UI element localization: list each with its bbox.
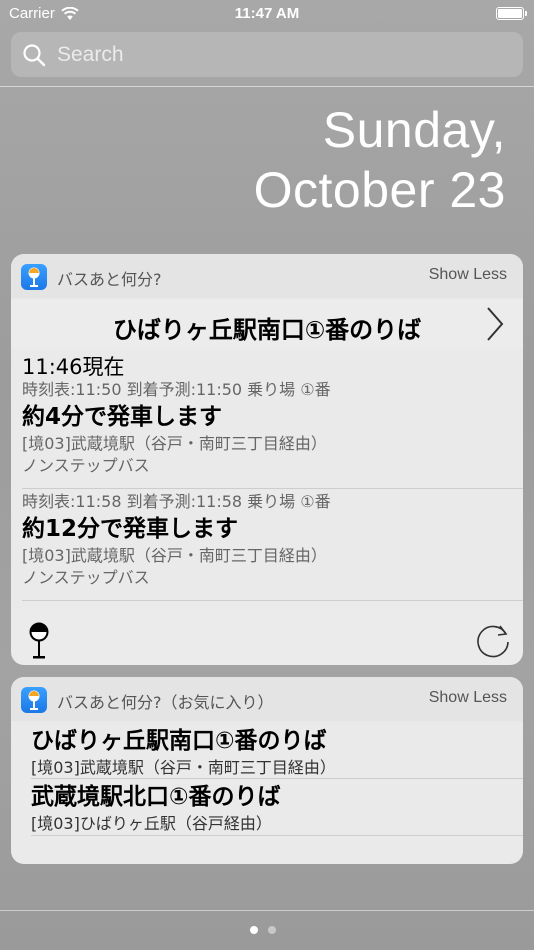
divider [31, 778, 523, 779]
schedule-info: 時刻表:11:50 到着予測:11:50 乗り場 ①番 [22, 380, 331, 399]
status-bar: Carrier 11:47 AM [0, 0, 534, 28]
app-icon [21, 264, 47, 290]
favorite-stop-item[interactable]: ひばりヶ丘駅南口①番のりば [境03]武蔵境駅（谷戸・南町三丁目経由） [31, 725, 511, 779]
date-label: October 23 [253, 162, 506, 218]
current-time-label: 11:46現在 [22, 355, 125, 379]
show-less-button[interactable]: Show Less [429, 689, 507, 707]
refresh-icon[interactable] [473, 620, 513, 660]
app-icon [21, 687, 47, 713]
divider [22, 600, 523, 601]
favorite-route-label: [境03]武蔵境駅（谷戸・南町三丁目経由） [31, 758, 336, 777]
favorite-route-label: [境03]ひばりヶ丘駅（谷戸経由） [31, 814, 272, 833]
divider [22, 488, 523, 489]
search-input[interactable] [57, 32, 497, 77]
favorites-widget: バスあと何分?（お気に入り） Show Less ひばりヶ丘駅南口①番のりば [… [11, 677, 523, 864]
bus-type-label: ノンステップバス [22, 568, 150, 587]
route-label: [境03]武蔵境駅（谷戸・南町三丁目経由） [22, 546, 327, 565]
departure-item: 時刻表:11:58 到着予測:11:58 乗り場 ①番 約12分で発車します [… [22, 491, 512, 589]
divider [31, 835, 523, 836]
page-dot [268, 926, 276, 934]
favorite-stop-item[interactable]: 武蔵境駅北口①番のりば [境03]ひばりヶ丘駅（谷戸経由） [31, 781, 511, 835]
weekday-label: Sunday, [322, 102, 506, 158]
widget-header: バスあと何分?（お気に入り） Show Less [11, 677, 523, 721]
show-less-button[interactable]: Show Less [429, 266, 507, 284]
app-name: バスあと何分?（お気に入り） [57, 693, 274, 712]
divider [0, 86, 534, 87]
search-icon [23, 44, 46, 67]
battery-icon [496, 7, 527, 20]
bus-widget: バスあと何分? Show Less ひばりヶ丘駅南口①番のりば 11:46現在 … [11, 254, 523, 665]
stop-title: ひばりヶ丘駅南口①番のりば [112, 316, 422, 344]
bus-stop-icon[interactable] [28, 622, 50, 660]
departure-item: 時刻表:11:50 到着予測:11:50 乗り場 ①番 約4分で発車します [境… [22, 379, 512, 477]
favorite-stop-name: 武蔵境駅北口①番のりば [31, 784, 281, 810]
bus-stop-glyph-icon [28, 690, 40, 710]
widget-header: バスあと何分? Show Less [11, 254, 523, 298]
app-name: バスあと何分? [57, 270, 162, 289]
divider [0, 910, 534, 911]
eta-label: 約4分で発車します [22, 404, 223, 430]
schedule-info: 時刻表:11:58 到着予測:11:58 乗り場 ①番 [22, 492, 331, 511]
page-indicator[interactable] [250, 926, 276, 934]
bus-stop-glyph-icon [28, 267, 40, 287]
eta-label: 約12分で発車します [22, 516, 239, 542]
status-time: 11:47 AM [234, 5, 300, 22]
route-label: [境03]武蔵境駅（谷戸・南町三丁目経由） [22, 434, 327, 453]
search-bar[interactable] [11, 32, 523, 77]
date-display: Sunday, October 23 [254, 100, 506, 220]
bus-type-label: ノンステップバス [22, 456, 150, 475]
chevron-right-icon[interactable] [485, 306, 505, 342]
favorite-stop-name: ひばりヶ丘駅南口①番のりば [31, 728, 327, 754]
stop-selector[interactable]: ひばりヶ丘駅南口①番のりば [11, 300, 523, 348]
page-dot [250, 926, 258, 934]
